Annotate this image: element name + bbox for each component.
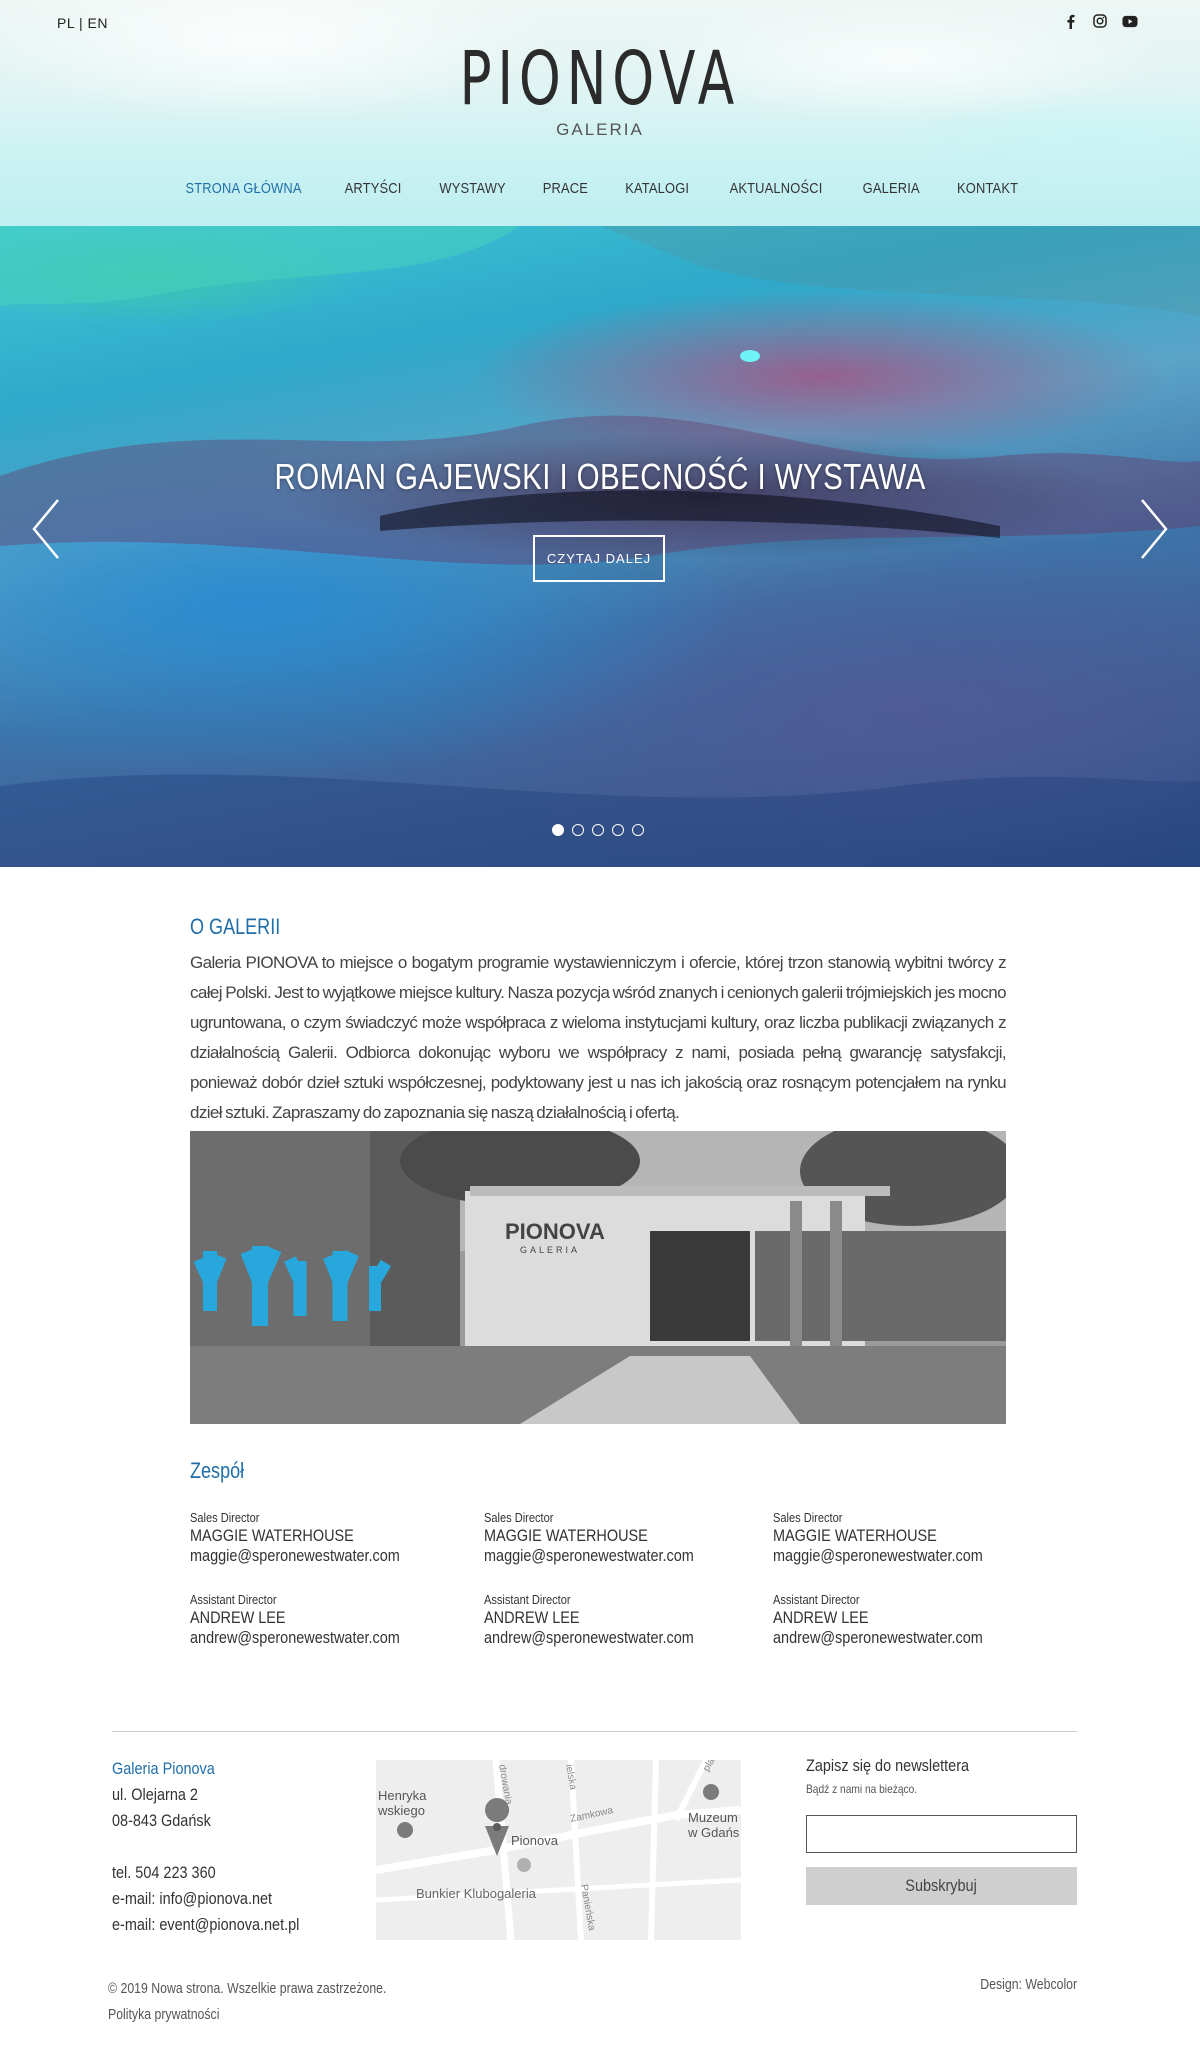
footer-contact: Galeria Pionova ul. Olejarna 2 08-843 Gd… xyxy=(112,1756,332,1938)
footer-street: ul. Olejarna 2 xyxy=(112,1785,198,1804)
footer-city: 08-843 Gdańsk xyxy=(112,1811,211,1830)
slider-dot[interactable] xyxy=(592,824,604,836)
subscribe-button[interactable]: Subskrybuj xyxy=(806,1867,1077,1905)
photo-sign-sub: GALERIA xyxy=(520,1245,580,1255)
location-map[interactable]: Henryka wskiego Pionova Bunkier Klubogal… xyxy=(376,1760,741,1940)
member-name: ANDREW LEE xyxy=(773,1608,869,1627)
member-role: Sales Director xyxy=(484,1510,554,1525)
member-name: ANDREW LEE xyxy=(190,1608,286,1627)
member-name: MAGGIE WATERHOUSE xyxy=(190,1526,354,1545)
nav-item-strona-glowna[interactable]: STRONA GŁÓWNA xyxy=(174,180,314,197)
member-name: MAGGIE WATERHOUSE xyxy=(773,1526,937,1545)
hero-slider: ROMAN GAJEWSKI I OBECNOŚĆ I WYSTAWA CZYT… xyxy=(0,226,1200,867)
about-title: O GALERII xyxy=(190,914,281,939)
member-role: Assistant Director xyxy=(190,1592,277,1607)
language-switcher[interactable]: PL | EN xyxy=(57,15,108,31)
footer-email-info[interactable]: e-mail: info@pionova.net xyxy=(112,1886,299,1912)
logo-subtitle: GALERIA xyxy=(556,120,644,139)
footer-email-event[interactable]: e-mail: event@pionova.net.pl xyxy=(112,1912,299,1938)
map-label-wskiego: wskiego xyxy=(377,1803,425,1818)
slider-next-arrow[interactable] xyxy=(1132,494,1172,564)
facebook-icon[interactable] xyxy=(1062,13,1078,29)
team-member: Assistant Director ANDREW LEE andrew@spe… xyxy=(773,1592,1033,1648)
member-role: Sales Director xyxy=(190,1510,260,1525)
gallery-building-photo: PIONOVA GALERIA xyxy=(190,1131,1006,1424)
newsletter-email-input[interactable] xyxy=(806,1815,1077,1853)
nav-item-galeria[interactable]: GALERIA xyxy=(851,180,932,197)
footer-legal: © 2019 Nowa strona. Wszelkie prawa zastr… xyxy=(108,1976,448,2028)
nav-item-artysci[interactable]: ARTYŚCI xyxy=(332,180,413,197)
nav-item-aktualnosci[interactable]: AKTUALNOŚCI xyxy=(717,180,834,197)
member-email[interactable]: andrew@speronewestwater.com xyxy=(773,1628,994,1648)
photo-sign: PIONOVA xyxy=(505,1219,605,1244)
member-role: Sales Director xyxy=(773,1510,843,1525)
map-label-henryka: Henryka xyxy=(378,1788,427,1803)
footer-phone[interactable]: tel. 504 223 360 xyxy=(112,1860,299,1886)
design-credit[interactable]: Design: Webcolor xyxy=(980,1976,1077,1993)
read-more-button[interactable]: CZYTAJ DALEJ xyxy=(533,535,665,582)
slider-dot[interactable] xyxy=(552,824,564,836)
map-restaurant-icon[interactable] xyxy=(517,1858,531,1872)
site-header: PL | EN PIONOVA GALERIA STRONA GŁÓWNA AR… xyxy=(0,0,1200,226)
logo-title: PIONOVA xyxy=(459,36,741,122)
newsletter-subtitle: Bądź z nami na bieżąco. xyxy=(806,1782,918,1796)
about-section: O GALERII Galeria PIONOVA to miejsce o b… xyxy=(190,914,1007,1128)
instagram-icon[interactable] xyxy=(1092,13,1108,29)
nav-item-kontakt[interactable]: KONTAKT xyxy=(945,180,1030,197)
newsletter-title: Zapisz się do newslettera xyxy=(806,1756,970,1775)
team-member: Assistant Director ANDREW LEE andrew@spe… xyxy=(484,1592,744,1648)
team-member: Assistant Director ANDREW LEE andrew@spe… xyxy=(190,1592,450,1648)
footer-gallery-name: Galeria Pionova xyxy=(112,1759,215,1778)
privacy-policy-link[interactable]: Polityka prywatności xyxy=(108,2002,386,2028)
site-logo[interactable]: PIONOVA GALERIA xyxy=(0,42,1200,140)
slider-prev-arrow[interactable] xyxy=(28,494,68,564)
nav-item-prace[interactable]: PRACE xyxy=(531,180,600,197)
newsletter-form: Zapisz się do newslettera Bądź z nami na… xyxy=(806,1756,1077,1905)
map-label-pionova: Pionova xyxy=(511,1833,559,1848)
member-name: MAGGIE WATERHOUSE xyxy=(484,1526,648,1545)
member-email[interactable]: andrew@speronewestwater.com xyxy=(484,1628,705,1648)
team-member: Sales Director MAGGIE WATERHOUSE maggie@… xyxy=(773,1510,1033,1566)
nav-item-wystawy[interactable]: WYSTAWY xyxy=(427,180,518,197)
map-museum-icon[interactable] xyxy=(703,1784,719,1800)
youtube-icon[interactable] xyxy=(1122,13,1138,29)
member-email[interactable]: maggie@speronewestwater.com xyxy=(773,1546,994,1566)
slider-dots xyxy=(552,824,644,836)
slider-dot[interactable] xyxy=(572,824,584,836)
member-role: Assistant Director xyxy=(773,1592,860,1607)
nav-item-katalogi[interactable]: KATALOGI xyxy=(613,180,701,197)
team-section-title: Zespół xyxy=(190,1458,245,1483)
map-label-muzeum: Muzeum xyxy=(688,1810,738,1825)
member-role: Assistant Director xyxy=(484,1592,571,1607)
copyright-text: © 2019 Nowa strona. Wszelkie prawa zastr… xyxy=(108,1980,387,1997)
hero-title: ROMAN GAJEWSKI I OBECNOŚĆ I WYSTAWA xyxy=(274,456,926,497)
social-links xyxy=(1062,13,1138,29)
footer-divider xyxy=(112,1731,1077,1732)
team-member: Sales Director MAGGIE WATERHOUSE maggie@… xyxy=(190,1510,450,1566)
member-email[interactable]: andrew@speronewestwater.com xyxy=(190,1628,411,1648)
map-label-bunkier: Bunkier Klubogaleria xyxy=(416,1886,537,1901)
member-email[interactable]: maggie@speronewestwater.com xyxy=(484,1546,705,1566)
member-email[interactable]: maggie@speronewestwater.com xyxy=(190,1546,411,1566)
main-nav: STRONA GŁÓWNA ARTYŚCI WYSTAWY PRACE KATA… xyxy=(0,180,1200,197)
slider-dot[interactable] xyxy=(632,824,644,836)
team-member: Sales Director MAGGIE WATERHOUSE maggie@… xyxy=(484,1510,744,1566)
map-poi-icon[interactable] xyxy=(397,1822,413,1838)
slider-dot[interactable] xyxy=(612,824,624,836)
member-name: ANDREW LEE xyxy=(484,1608,580,1627)
about-text: Galeria PIONOVA to miejsce o bogatym pro… xyxy=(190,953,1007,1122)
map-label-muzeum-city: w Gdańs xyxy=(687,1825,740,1840)
